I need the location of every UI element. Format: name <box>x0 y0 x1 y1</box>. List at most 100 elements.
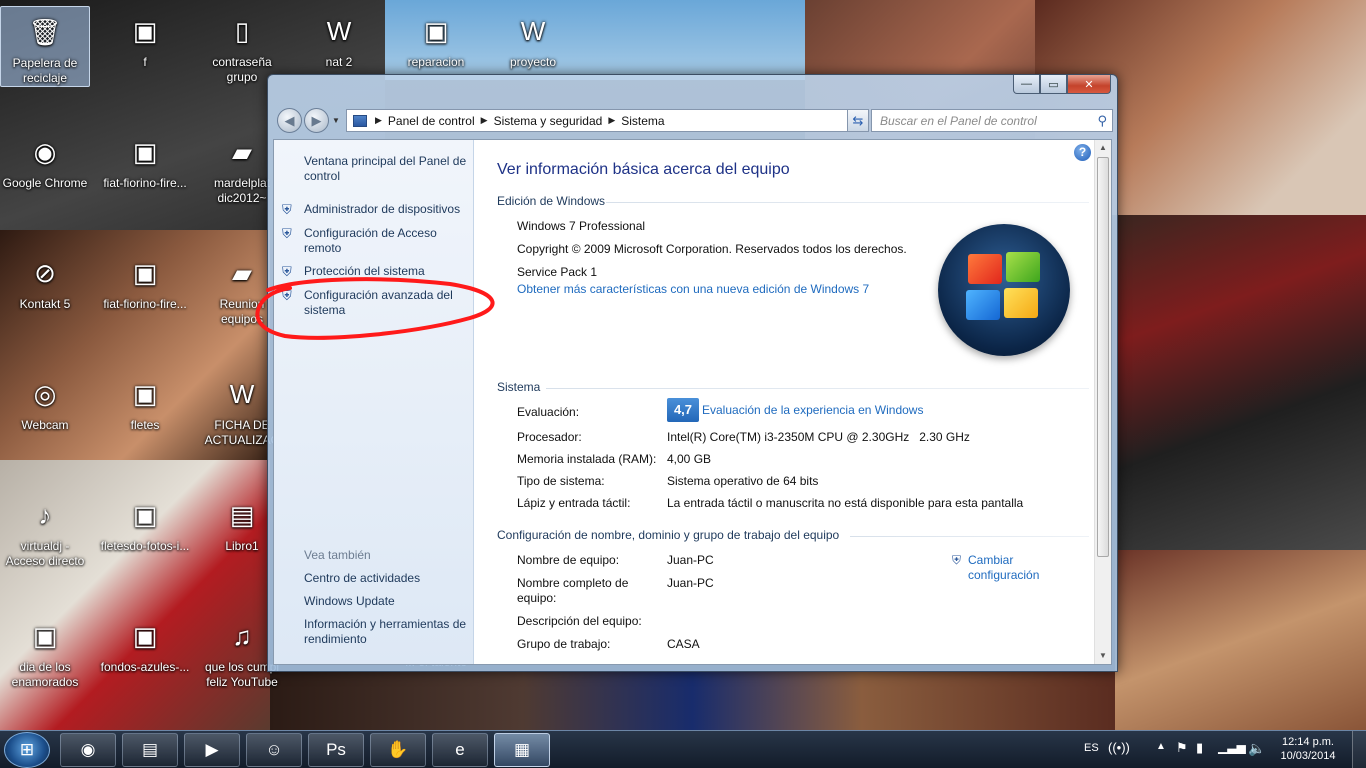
desktop-icon-label: Papelera de reciclaje <box>12 56 78 85</box>
wireless-icon[interactable]: ((•)) <box>1108 740 1130 755</box>
chevron-right-icon[interactable]: ▶ <box>373 115 384 126</box>
recycle-bin-icon: 🗑 <box>28 16 62 47</box>
search-placeholder: Buscar en el Panel de control <box>880 113 1037 128</box>
clock[interactable]: 12:14 p.m. 10/03/2014 <box>1272 735 1344 763</box>
control-panel-icon: ▦ <box>513 740 531 759</box>
taskbar: ⊞ ◉ ▤ ▶ ☺ Ps ✋ e ▦ ES ((•)) ▲ ⚑ ▮ ▁▃▅ 🔈 12:14 p… <box>0 730 1366 768</box>
action-center-flag-icon[interactable]: ⚑ <box>1176 740 1188 756</box>
desktop-icon[interactable]: Wproyecto <box>488 6 578 70</box>
navigation-bar: ◀ ▶ ▼ ▶ Panel de control ▶ Sistema y seg… <box>274 108 1113 134</box>
desktop-icon[interactable]: ♪ virtualdj - Acceso directo <box>0 490 90 569</box>
taskbar-app-button[interactable]: e <box>432 733 488 767</box>
link-control-panel-home[interactable]: Ventana principal del Panel de control <box>304 154 472 184</box>
taskbar-app-button[interactable]: ✋ <box>370 733 426 767</box>
chevron-down-icon: ▼ <box>332 116 340 125</box>
taskbar-app-button[interactable]: ◉ <box>60 733 116 767</box>
taskbar-app-button[interactable]: ▦ <box>494 733 550 767</box>
link-windows-update[interactable]: Windows Update <box>304 594 472 609</box>
start-button[interactable]: ⊞ <box>4 732 50 768</box>
ram-label: Memoria instalada (RAM): <box>517 452 657 466</box>
search-input[interactable]: Buscar en el Panel de control ⚲ <box>871 109 1113 132</box>
chevron-right-icon[interactable]: ▶ <box>479 115 490 126</box>
windows-logo <box>938 224 1070 356</box>
link-action-center[interactable]: Centro de actividades <box>304 571 472 586</box>
volume-icon[interactable]: 🔈 <box>1248 740 1265 757</box>
desktop-icon[interactable]: ⊘ Kontakt 5 <box>0 248 90 312</box>
breadcrumb-system-security[interactable]: Sistema y seguridad <box>490 114 607 128</box>
taskbar-app-button[interactable]: Ps <box>308 733 364 767</box>
chevron-right-icon[interactable]: ▶ <box>606 115 617 126</box>
rating-label: Evaluación: <box>517 405 580 419</box>
upgrade-edition-link[interactable]: Obtener más características con una nuev… <box>517 282 869 297</box>
link-label: Configuración de Acceso remoto <box>304 226 437 255</box>
desktop-icon[interactable]: ▣ f <box>100 6 190 70</box>
section-divider <box>850 536 1089 537</box>
task-pane: Ventana principal del Panel de control ⛨… <box>274 140 474 664</box>
uac-shield-icon: ⛨ <box>282 226 292 241</box>
language-indicator[interactable]: ES <box>1084 742 1099 754</box>
desktop-icon[interactable]: ◉ Google Chrome <box>0 127 90 191</box>
link-advanced-system-settings[interactable]: ⛨ Configuración avanzada del sistema <box>282 288 472 318</box>
mp3-file-icon: ♫ <box>232 620 252 651</box>
desktop-icon[interactable]: ▣ reparacion <box>391 6 481 70</box>
link-label: Cambiar configuración <box>968 553 1040 582</box>
address-bar[interactable]: ▶ Panel de control ▶ Sistema y seguridad… <box>346 109 866 132</box>
close-button[interactable]: ✕ <box>1067 75 1111 94</box>
maximize-button[interactable]: ▭ <box>1040 75 1067 94</box>
system-window[interactable]: — ▭ ✕ ◀ ▶ ▼ ▶ Panel de control ▶ Sistema… <box>267 74 1118 672</box>
wallpaper-photo <box>270 670 1115 730</box>
taskbar-app-button[interactable]: ▤ <box>122 733 178 767</box>
desktop-icon[interactable]: ▣ fletesdo-fotos-i... <box>100 490 190 554</box>
forward-button[interactable]: ▶ <box>304 108 329 133</box>
link-performance-tools[interactable]: Información y herramientas de rendimient… <box>304 617 472 647</box>
minimize-button[interactable]: — <box>1013 75 1040 94</box>
desktop-icon[interactable]: Wnat 2 <box>294 6 384 70</box>
full-computer-name-value: Juan-PC <box>667 576 714 590</box>
help-icon[interactable]: ? <box>1074 144 1091 161</box>
scroll-down-icon[interactable]: ▼ <box>1095 648 1111 664</box>
uac-shield-icon: ⛨ <box>952 553 962 567</box>
desktop-icon[interactable]: ▣ dia de los enamorados <box>0 611 90 690</box>
main-content: ? Ver información básica acerca del equi… <box>474 140 1093 664</box>
link-system-protection[interactable]: ⛨ Protección del sistema <box>282 264 472 279</box>
image-file-icon: ▣ <box>132 620 158 651</box>
window-controls: — ▭ ✕ <box>1013 75 1111 94</box>
experience-index-badge[interactable]: 4,7 <box>667 398 699 422</box>
search-icon[interactable]: ⚲ <box>1097 113 1107 129</box>
desktop-icon[interactable]: ▣ fletes <box>100 369 190 433</box>
scroll-thumb[interactable] <box>1097 157 1109 557</box>
desktop-icon[interactable]: ◎ Webcam <box>0 369 90 433</box>
pen-touch-label: Lápiz y entrada táctil: <box>517 496 631 510</box>
windows-orb-icon: ⊞ <box>19 740 35 759</box>
show-hidden-icons[interactable]: ▲ <box>1156 741 1166 752</box>
desktop-icon[interactable]: 🗑 Papelera de reciclaje <box>0 6 90 87</box>
webcam-icon: ◎ <box>33 378 57 409</box>
desktop-icon[interactable]: ▣ fondos-azules-... <box>100 611 190 675</box>
taskbar-app-button[interactable]: ☺ <box>246 733 302 767</box>
breadcrumb-control-panel[interactable]: Panel de control <box>384 114 479 128</box>
link-device-manager[interactable]: ⛨ Administrador de dispositivos <box>282 202 472 217</box>
refresh-button[interactable]: ⇆ <box>847 109 869 132</box>
power-icon[interactable]: ▮ <box>1196 740 1203 756</box>
image-file-icon: ▣ <box>423 15 449 46</box>
experience-index-link[interactable]: Evaluación de la experiencia en Windows <box>702 403 923 418</box>
scroll-up-icon[interactable]: ▲ <box>1095 140 1111 156</box>
taskbar-app-button[interactable]: ▶ <box>184 733 240 767</box>
control-panel-icon <box>353 114 367 127</box>
back-button[interactable]: ◀ <box>277 108 302 133</box>
vertical-scrollbar[interactable]: ▲ ▼ <box>1094 140 1111 664</box>
change-settings-link[interactable]: ⛨ Cambiar configuración <box>952 553 1068 583</box>
processor-label: Procesador: <box>517 430 582 444</box>
breadcrumb-system[interactable]: Sistema <box>617 114 668 128</box>
page-title: Ver información básica acerca del equipo <box>497 161 790 178</box>
desktop-icon[interactable]: ▣ fiat-fiorino-fire... <box>100 248 190 312</box>
desktop-icon-label: virtualdj - Acceso directo <box>5 539 85 568</box>
section-heading-computer-name: Configuración de nombre, dominio y grupo… <box>497 528 840 542</box>
desktop-icon[interactable]: ▣ fiat-fiorino-fire... <box>100 127 190 191</box>
show-desktop-button[interactable] <box>1352 731 1366 768</box>
link-remote-access[interactable]: ⛨ Configuración de Acceso remoto <box>282 226 472 256</box>
desktop-icon-label: fiat-fiorino-fire... <box>103 297 187 311</box>
arrow-right-icon: ▶ <box>311 112 322 128</box>
network-signal-icon[interactable]: ▁▃▅ <box>1218 740 1246 754</box>
recent-pages-dropdown[interactable]: ▼ <box>332 116 340 125</box>
